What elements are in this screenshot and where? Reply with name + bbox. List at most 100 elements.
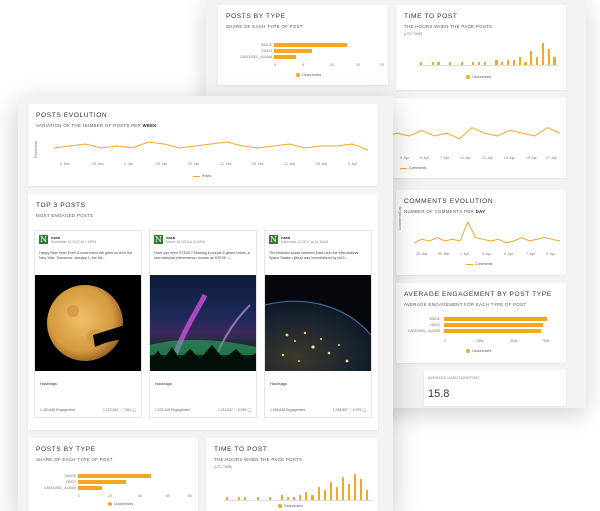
bar	[444, 329, 542, 333]
bar	[78, 480, 126, 484]
nasa-logo-icon: N	[154, 235, 163, 244]
bar	[329, 481, 332, 500]
unit-label: (UTC TIME)	[214, 465, 233, 469]
post-hashtags: Hashtags	[40, 381, 57, 386]
legend-line-icon	[466, 263, 473, 265]
legend-dot-icon	[108, 502, 112, 506]
series-line	[53, 141, 369, 151]
post-engagement: 1,223,108 Engagement	[155, 408, 191, 412]
bar	[335, 487, 338, 500]
bar	[553, 56, 556, 65]
card-subtitle: THE HOURS WHEN THE PAGE POSTS	[214, 457, 303, 462]
tick-label: 30. Mar	[438, 252, 450, 256]
legend: Comments	[466, 262, 492, 266]
avg-hashtags-card: AVERAGE HASHTAGS/POST 15.8	[424, 370, 566, 406]
category-label: VIDEO	[261, 49, 272, 53]
tick-label: 20	[108, 494, 112, 498]
bar	[354, 474, 357, 500]
tick-label: 26. Mar	[316, 162, 328, 166]
series-line	[413, 220, 561, 244]
legend: Occurences	[466, 75, 491, 79]
back-evolution-strip-card: 5. Apr 6. Apr 7. Apr 10. Apr 12. Apr 13.…	[378, 98, 566, 178]
tick-label: 9. Apr	[348, 162, 357, 166]
tick-label: 9. Apr	[546, 252, 555, 256]
tick-label: 7. Apr	[440, 156, 449, 160]
post-caption: The beautiful space between Earth and th…	[269, 251, 359, 260]
stat-label: AVERAGE HASHTAGS/POST	[428, 376, 480, 380]
tick-label: 500k	[510, 339, 518, 343]
tick-label: 12. Apr	[482, 156, 493, 160]
tick-label: 5	[302, 63, 304, 67]
tick-label: 750k	[542, 339, 550, 343]
tick-label: 15. Jan	[156, 162, 168, 166]
bar	[541, 43, 544, 65]
card-title: POSTS BY TYPE	[36, 446, 96, 453]
nasa-logo-icon: N	[269, 235, 278, 244]
tick-label: 12. Mar	[284, 162, 296, 166]
card-subtitle: SHARE OF EACH TYPE OF POST	[226, 24, 303, 29]
legend-label: Comments	[475, 262, 493, 266]
dashboard-preview: POSTS BY TYPE SHARE OF EACH TYPE OF POST…	[0, 0, 600, 511]
post-image[interactable]	[35, 275, 141, 371]
legend: Occurences	[278, 504, 303, 508]
post-card[interactable]: N nasa March 28 2018 at 3:24PM Have you …	[149, 230, 257, 418]
card-title: TIME TO POST	[404, 13, 458, 20]
aurora-image	[150, 293, 256, 371]
legend-dot-icon	[296, 73, 300, 77]
tick-label: 26. Feb	[252, 162, 264, 166]
tick-label: 28. Mar	[416, 252, 428, 256]
post-stats: 1,053,857 ♡ 4,979 ◯	[332, 408, 366, 412]
card-title: TIME TO POST	[214, 446, 268, 453]
category-label: CAROUSEL_ALBUM	[239, 55, 272, 59]
tick-label: 60	[166, 494, 170, 498]
earth-at-night-image	[265, 300, 371, 371]
card-title: POSTS BY TYPE	[226, 13, 286, 20]
tick-label: 80	[188, 494, 192, 498]
bar	[323, 489, 326, 500]
bar	[360, 479, 363, 500]
legend-label: Occurences	[114, 502, 134, 506]
tick-label: 15. Apr	[526, 156, 537, 160]
category-label: IMAGE	[261, 43, 272, 47]
legend-dot-icon	[278, 504, 282, 508]
tick-label: 250k	[476, 339, 484, 343]
bar	[366, 489, 369, 500]
card-subtitle: AVERAGE ENGAGEMENT FOR EACH TYPE OF POST	[404, 302, 527, 307]
tick-label: 0	[78, 494, 80, 498]
bar	[274, 43, 347, 47]
front-dashboard-sheet: POSTS EVOLUTION VARIATION OF THE NUMBER …	[18, 96, 393, 511]
category-label: IMAGE	[429, 317, 440, 321]
category-label: VIDEO	[65, 480, 76, 484]
post-image[interactable]	[150, 275, 256, 371]
time-to-post-card: TIME TO POST THE HOURS WHEN THE PAGE POS…	[206, 438, 378, 511]
tick-label: 18. Dec	[92, 162, 104, 166]
card-subtitle: MOST ENGAGED POSTS	[36, 213, 94, 218]
tick-label: 29. Jan	[188, 162, 200, 166]
card-title: AVERAGE ENGAGEMENT BY POST TYPE	[404, 291, 552, 298]
bar	[518, 56, 521, 65]
series-line	[383, 127, 561, 140]
bar	[444, 317, 547, 321]
card-subtitle: SHARE OF EACH TYPE OF POST	[36, 457, 113, 462]
legend-dot-icon	[466, 75, 470, 79]
tick-label: 10	[330, 63, 334, 67]
post-caption: Happy New Year! Ever! A lunar event will…	[39, 251, 133, 260]
tick-label: 3. Apr	[482, 252, 491, 256]
tick-label: 13. Apr	[504, 156, 515, 160]
post-card[interactable]: N nasa December 31 2017 at 7:19PM Happy …	[34, 230, 142, 418]
tick-label: 1. Jan	[124, 162, 134, 166]
nasa-logo-icon: N	[39, 235, 48, 244]
post-date: December 31 2017 at 7:19PM	[51, 240, 97, 244]
post-stats: 1,270,162 ♡ 7,811 ◯	[103, 408, 136, 412]
comments-evolution-card: COMMENTS EVOLUTION NUMBER OF COMMENTS PE…	[396, 190, 566, 275]
unit-label: (UTC TIME)	[404, 32, 423, 36]
post-image[interactable]	[265, 275, 371, 371]
legend-line-icon	[400, 167, 407, 169]
bar	[78, 486, 102, 490]
legend-label: Occurences	[284, 504, 304, 508]
tick-label: 0	[274, 63, 276, 67]
moon-silhouette-image	[47, 285, 134, 361]
tick-label: 1. Apr	[460, 252, 469, 256]
post-card[interactable]: N nasa December 21 2017 at 10:30AM The b…	[264, 230, 372, 418]
post-hashtags: Hashtags	[155, 381, 172, 386]
